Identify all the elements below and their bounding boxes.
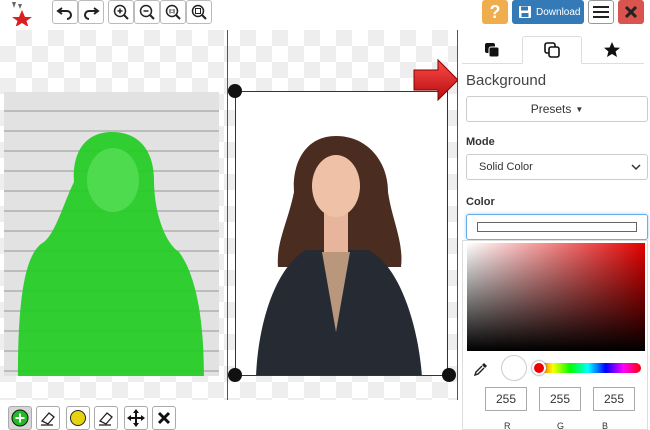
clear-button[interactable] — [152, 406, 176, 430]
hair-eraser-button[interactable] — [94, 406, 118, 430]
undo-button[interactable] — [52, 0, 78, 24]
move-arrows-icon — [127, 409, 145, 427]
color-picker: 255 255 255 R G B — [462, 240, 648, 430]
original-image-with-mask[interactable] — [4, 92, 219, 376]
help-label: ? — [489, 1, 501, 22]
green-input[interactable]: 255 — [539, 387, 581, 411]
redo-icon — [84, 7, 100, 20]
star-icon — [604, 42, 620, 57]
saturation-value-area[interactable] — [467, 243, 645, 351]
caret-down-icon: ▼ — [575, 104, 584, 114]
save-disk-icon — [519, 6, 531, 18]
bottom-toolbar — [0, 400, 458, 430]
tab-background[interactable] — [522, 36, 582, 64]
eraser-icon — [40, 412, 55, 426]
resize-handle-top-left[interactable] — [228, 84, 242, 98]
keep-mask-overlay — [18, 132, 204, 376]
keep-brush-button[interactable] — [8, 406, 32, 430]
panel-title: Background — [466, 72, 547, 89]
zoom-fit-icon — [191, 4, 207, 20]
eyedropper-icon[interactable] — [473, 361, 489, 377]
eraser-icon — [98, 412, 113, 426]
hue-slider[interactable] — [535, 363, 641, 373]
resize-handle-bottom-left[interactable] — [228, 368, 242, 382]
color-preview — [501, 355, 527, 381]
zoom-out-button[interactable] — [134, 0, 160, 24]
zoom-in-button[interactable] — [108, 0, 134, 24]
panel-tabs — [462, 36, 644, 64]
close-icon — [624, 5, 638, 19]
help-button[interactable]: ? — [482, 0, 508, 24]
result-image[interactable] — [235, 91, 448, 376]
pan-button[interactable] — [124, 406, 148, 430]
tab-effects[interactable] — [582, 36, 642, 64]
zoom-in-icon — [113, 4, 129, 20]
color-swatch — [477, 222, 637, 232]
red-arrow-indicator — [413, 58, 459, 102]
red-input[interactable]: 255 — [485, 387, 527, 411]
top-toolbar: ? Download — [0, 0, 650, 30]
color-label: Color — [466, 196, 495, 208]
green-label: G — [557, 421, 565, 430]
red-label: R — [504, 421, 511, 430]
yellow-circle-icon — [70, 410, 86, 426]
redo-button[interactable] — [78, 0, 104, 24]
tab-layers[interactable] — [462, 36, 522, 64]
layers-outline-icon — [544, 42, 560, 58]
presets-dropdown-button[interactable]: Presets ▼ — [466, 96, 648, 122]
mode-label: Mode — [466, 136, 495, 148]
undo-icon — [56, 7, 72, 20]
app-logo — [4, 0, 40, 27]
download-label: Download — [536, 6, 581, 18]
color-input[interactable] — [466, 214, 648, 240]
blue-input[interactable]: 255 — [593, 387, 635, 411]
close-button[interactable] — [618, 0, 644, 24]
resize-handle-bottom-right[interactable] — [442, 368, 456, 382]
x-icon — [157, 411, 171, 425]
zoom-fit-button[interactable] — [186, 0, 212, 24]
mode-select[interactable]: Solid Color — [466, 154, 648, 180]
chevron-down-icon — [631, 164, 641, 171]
keep-eraser-button[interactable] — [36, 406, 60, 430]
zoom-actual-size-icon — [165, 4, 181, 20]
blue-label: B — [602, 421, 609, 430]
mode-value: Solid Color — [479, 161, 533, 173]
menu-button[interactable] — [588, 0, 614, 24]
zoom-out-icon — [139, 4, 155, 20]
hamburger-menu-icon — [593, 6, 609, 18]
hair-brush-button[interactable] — [66, 406, 90, 430]
background-panel: Background Presets ▼ Mode Solid Color Co… — [458, 30, 650, 430]
person-cutout — [256, 136, 422, 375]
layers-filled-icon — [485, 43, 500, 58]
canvas-divider — [227, 30, 228, 400]
download-button[interactable]: Download — [512, 0, 584, 24]
presets-label: Presets — [530, 102, 572, 116]
green-plus-circle-icon — [11, 409, 29, 427]
hue-slider-handle[interactable] — [532, 361, 546, 375]
zoom-actual-size-button[interactable] — [160, 0, 186, 24]
